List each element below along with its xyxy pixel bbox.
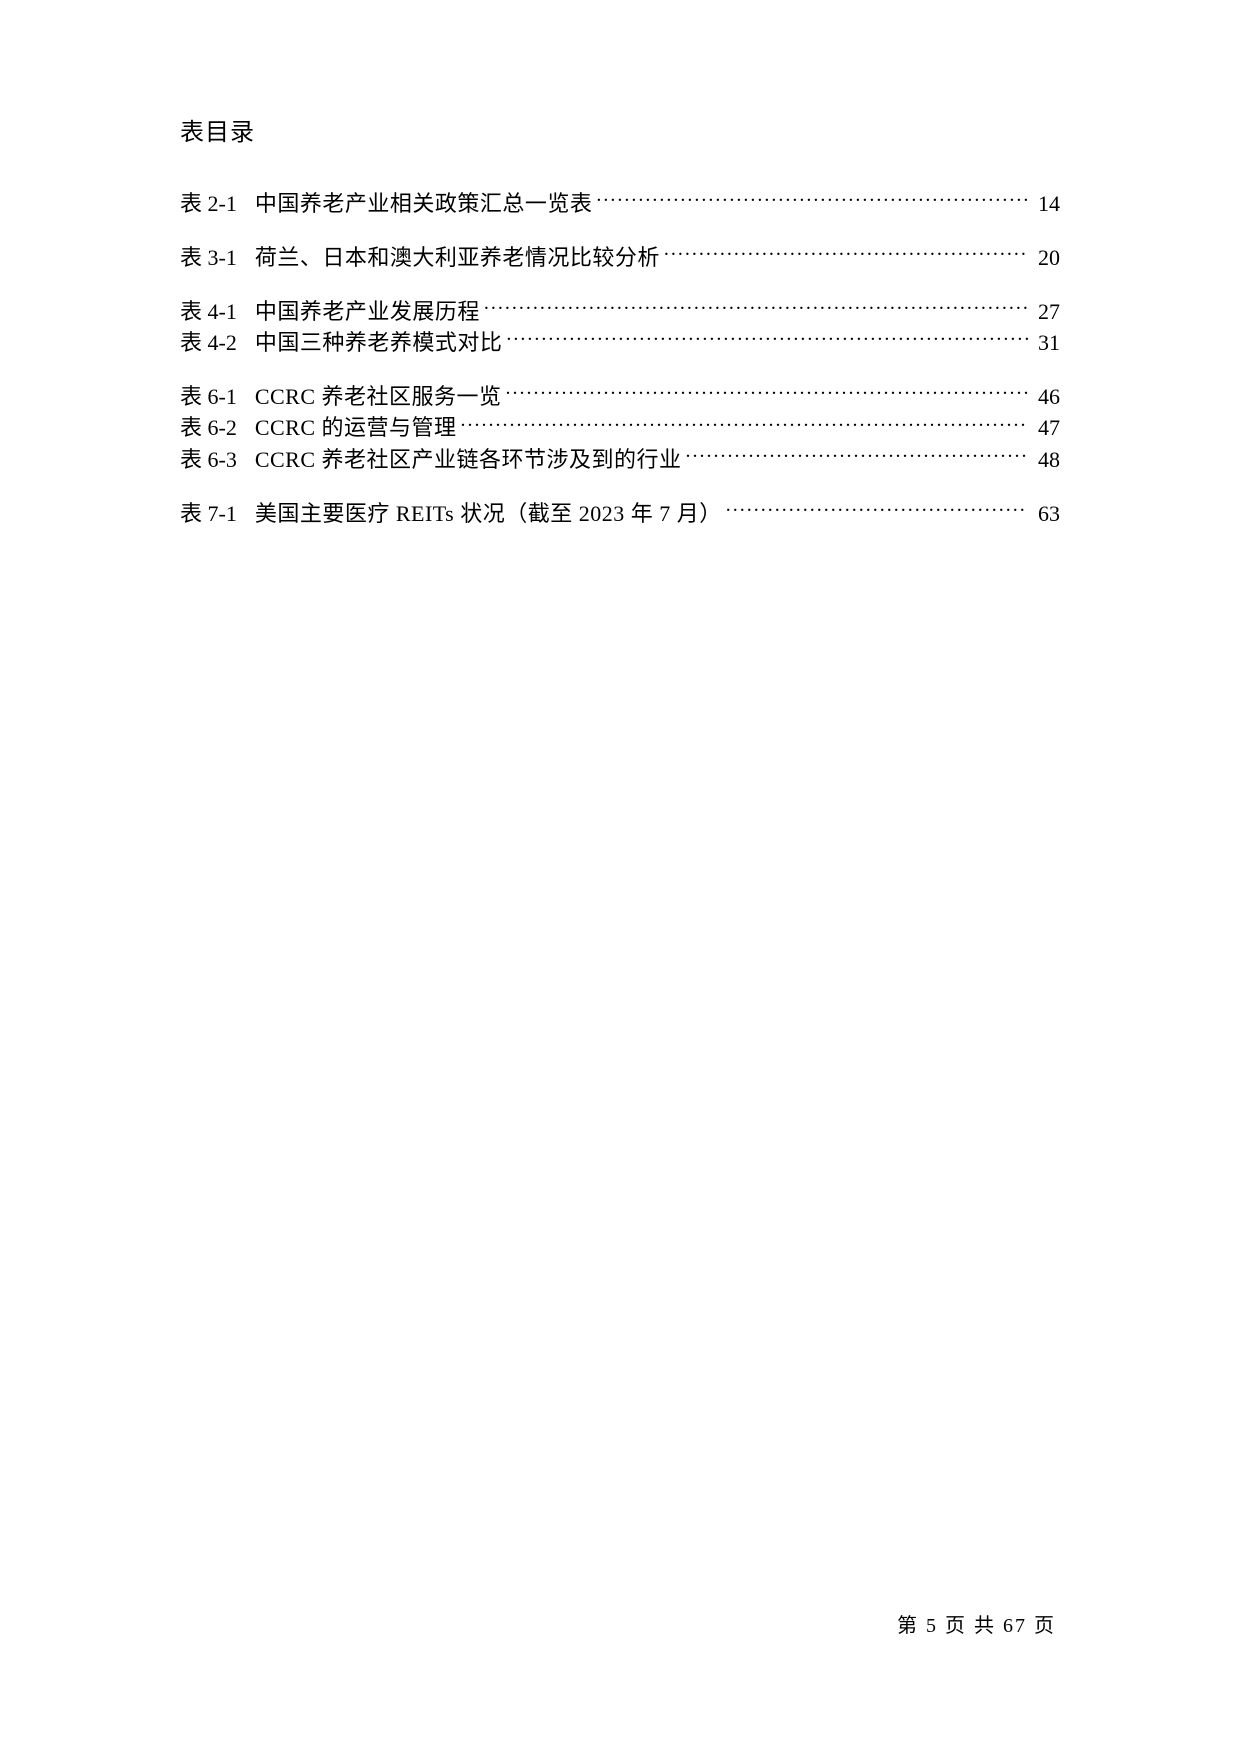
toc-entry-page: 48 <box>1032 445 1060 474</box>
toc-entry-caption: CCRC 养老社区产业链各环节涉及到的行业 <box>255 445 682 474</box>
toc-entry-label: 表 6-1 <box>180 382 237 411</box>
toc-entry-caption: CCRC 的运营与管理 <box>255 413 457 442</box>
toc-entry-label: 表 7-1 <box>180 499 237 528</box>
dot-leader <box>506 380 1028 404</box>
toc-entry-page: 47 <box>1032 413 1060 442</box>
toc-entry-caption: 荷兰、日本和澳大利亚养老情况比较分析 <box>255 243 660 272</box>
toc-entry: 表 4-1 中国养老产业发展历程 27 <box>180 294 1060 326</box>
toc-body: 表 2-1 中国养老产业相关政策汇总一览表 14 表 3-1 荷兰、日本和澳大利亚养老情… <box>180 187 1060 528</box>
dot-leader <box>484 294 1028 318</box>
dot-leader <box>596 187 1028 211</box>
toc-entry-page: 27 <box>1032 297 1060 326</box>
toc-entry: 表 4-2 中国三种养老养模式对比 31 <box>180 326 1060 358</box>
toc-entry-label: 表 4-2 <box>180 328 237 357</box>
toc-entry-label: 表 2-1 <box>180 189 237 218</box>
toc-entry-caption: CCRC 养老社区服务一览 <box>255 382 502 411</box>
toc-entry-page: 63 <box>1032 499 1060 528</box>
toc-entry-caption: 中国养老产业发展历程 <box>255 297 480 326</box>
dot-leader <box>686 443 1028 467</box>
toc-entry: 表 2-1 中国养老产业相关政策汇总一览表 14 <box>180 187 1060 219</box>
toc-group: 表 4-1 中国养老产业发展历程 27 表 4-2 中国三种养老养模式对比 31 <box>180 294 1060 357</box>
toc-entry-label: 表 3-1 <box>180 243 237 272</box>
toc-entry-page: 14 <box>1032 189 1060 218</box>
dot-leader <box>664 241 1028 265</box>
toc-entry-page: 31 <box>1032 328 1060 357</box>
toc-entry-label: 表 6-3 <box>180 445 237 474</box>
page-footer: 第 5 页 共 67 页 <box>897 1609 1056 1638</box>
toc-entry: 表 7-1 美国主要医疗 REITs 状况（截至 2023 年 7 月） 63 <box>180 497 1060 529</box>
toc-entry: 表 6-2 CCRC 的运营与管理 47 <box>180 411 1060 443</box>
toc-entry: 表 6-1 CCRC 养老社区服务一览 46 <box>180 380 1060 412</box>
toc-group: 表 2-1 中国养老产业相关政策汇总一览表 14 <box>180 187 1060 219</box>
toc-group: 表 7-1 美国主要医疗 REITs 状况（截至 2023 年 7 月） 63 <box>180 497 1060 529</box>
toc-group: 表 6-1CCRC 养老社区服务一览46表 6-2CCRC 的运营与管理47表 … <box>180 380 1060 475</box>
toc-entry: 表 3-1 荷兰、日本和澳大利亚养老情况比较分析 20 <box>180 241 1060 273</box>
toc-entry-caption: 美国主要医疗 REITs 状况（截至 2023 年 7 月） <box>255 499 722 528</box>
toc-entry-label: 表 6-2 <box>180 413 237 442</box>
page-content: 表目录 表 2-1 中国养老产业相关政策汇总一览表 14 表 3-1 荷兰、日本和澳大利… <box>180 112 1060 550</box>
toc-group: 表 3-1 荷兰、日本和澳大利亚养老情况比较分析 20 <box>180 241 1060 273</box>
toc-title: 表目录 <box>180 112 1060 147</box>
toc-entry: 表 6-3 CCRC 养老社区产业链各环节涉及到的行业 48 <box>180 443 1060 475</box>
toc-entry-caption: 中国三种养老养模式对比 <box>255 328 503 357</box>
toc-entry-page: 46 <box>1032 382 1060 411</box>
toc-entry-caption: 中国养老产业相关政策汇总一览表 <box>255 189 593 218</box>
dot-leader <box>506 326 1028 350</box>
toc-entry-page: 20 <box>1032 243 1060 272</box>
dot-leader <box>726 497 1028 521</box>
toc-entry-label: 表 4-1 <box>180 297 237 326</box>
dot-leader <box>461 411 1028 435</box>
